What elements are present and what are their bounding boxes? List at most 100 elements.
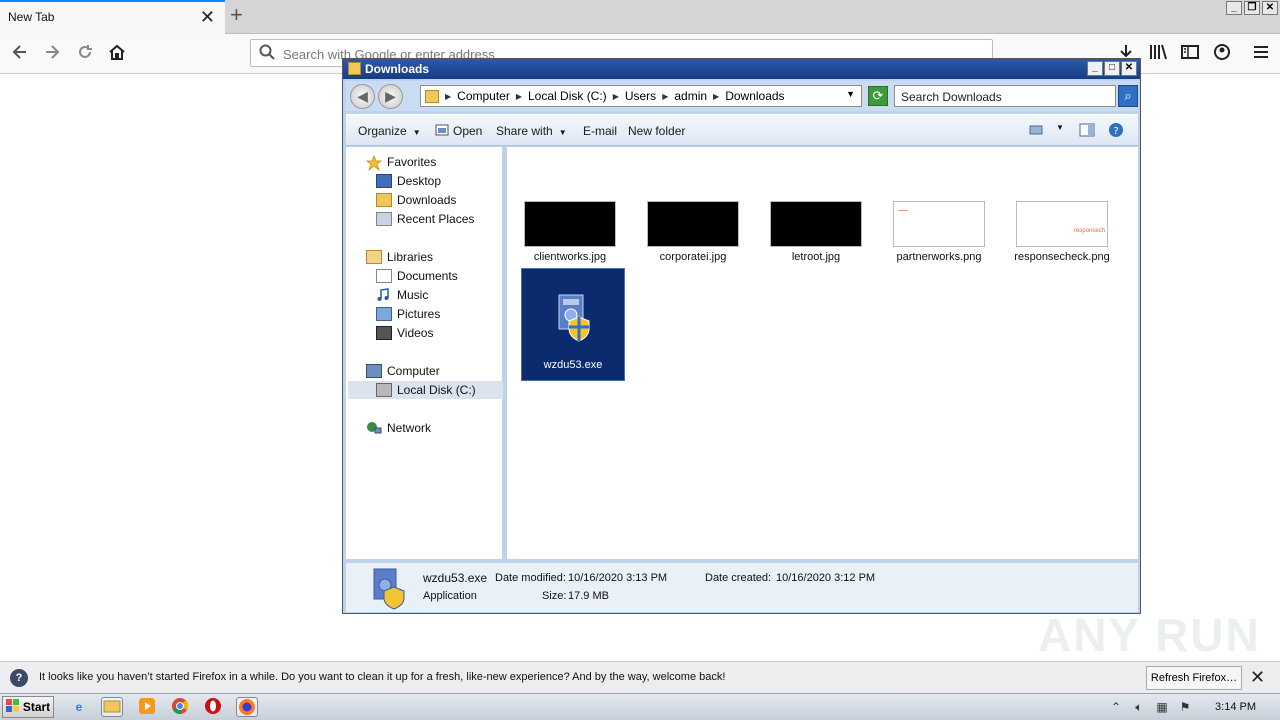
thumb-text: responsech [1073, 228, 1105, 234]
file-item[interactable]: clientworks.jpg [515, 201, 625, 263]
detail-type: Application [423, 590, 477, 602]
breadcrumb-admin[interactable]: admin [674, 89, 707, 103]
tab-close-icon[interactable]: ✕ [200, 8, 215, 26]
nav-item-libraries[interactable]: Libraries [366, 248, 433, 266]
file-name: wzdu53.exe [543, 359, 603, 371]
nav-item-documents[interactable]: Documents [376, 267, 458, 285]
help-icon[interactable]: ? [1108, 122, 1124, 137]
details-pane: wzdu53.exe Application Date modified: 10… [346, 562, 1138, 612]
firefox-window-controls: _ ❐ ✕ [1226, 1, 1278, 15]
account-icon[interactable] [1210, 42, 1234, 66]
computer-icon [366, 364, 382, 378]
refresh-icon[interactable]: ⟳ [868, 86, 888, 106]
file-item-selected[interactable]: wzdu53.exe [521, 268, 625, 381]
close-icon[interactable]: ✕ [1250, 667, 1265, 688]
svg-text:?: ? [1113, 126, 1118, 137]
close-button[interactable]: ✕ [1262, 1, 1278, 15]
file-item[interactable]: responsech responsecheck.png [1007, 201, 1117, 263]
breadcrumb-users[interactable]: Users [625, 89, 656, 103]
chevron-right-icon[interactable]: ▶ [613, 92, 619, 101]
explorer-taskbar-icon[interactable] [101, 697, 123, 717]
chevron-right-icon[interactable]: ▶ [713, 92, 719, 101]
chevron-right-icon[interactable]: ▶ [516, 92, 522, 101]
menu-icon[interactable] [1249, 42, 1273, 66]
nav-item-favorites[interactable]: Favorites [365, 153, 436, 172]
breadcrumb-local-disk[interactable]: Local Disk (C:) [528, 89, 607, 103]
file-item[interactable]: corporatei.jpg [638, 201, 748, 263]
nav-item-music[interactable]: Music [376, 286, 428, 304]
change-view-icon[interactable] [1029, 123, 1045, 137]
detail-created-value: 10/16/2020 3:12 PM [776, 572, 876, 584]
refresh-firefox-button[interactable]: Refresh Firefox… [1146, 666, 1242, 690]
chevron-down-icon[interactable]: ▼ [1056, 123, 1064, 132]
nav-item-videos[interactable]: Videos [376, 324, 433, 342]
maximize-button[interactable]: □ [1104, 61, 1120, 76]
nav-item-recent-places[interactable]: Recent Places [376, 210, 474, 228]
search-icon[interactable]: ⌕ [1118, 85, 1138, 107]
forward-arrow-icon[interactable] [40, 42, 64, 66]
search-icon [259, 44, 275, 64]
image-thumbnail [647, 201, 739, 247]
preview-pane-icon[interactable] [1079, 123, 1095, 137]
windows-logo-icon [5, 698, 20, 716]
restore-button[interactable]: ❐ [1244, 1, 1260, 15]
clock[interactable]: 3:14 PM [1215, 701, 1256, 713]
close-button[interactable]: ✕ [1121, 61, 1137, 76]
chevron-right-icon[interactable]: ▶ [445, 92, 451, 101]
breadcrumb-downloads[interactable]: Downloads [725, 89, 784, 103]
file-item[interactable]: letroot.jpg [761, 201, 871, 263]
chevron-down-icon[interactable]: ▼ [846, 89, 855, 99]
volume-icon[interactable]: 🔈︎ [1132, 700, 1146, 714]
file-name: partnerworks.png [896, 251, 982, 263]
flag-icon[interactable]: ⚑ [1178, 700, 1192, 714]
start-button[interactable]: Start [2, 696, 54, 718]
start-label: Start [22, 700, 51, 714]
breadcrumb[interactable]: ▶ Computer ▶ Local Disk (C:) ▶ Users ▶ a… [420, 85, 862, 107]
recent-places-icon [376, 212, 392, 226]
breadcrumb-computer[interactable]: Computer [457, 89, 510, 103]
internet-explorer-icon[interactable]: e [68, 697, 90, 717]
new-folder-button[interactable]: New folder [628, 124, 685, 138]
sidebar-icon[interactable] [1178, 42, 1202, 66]
media-player-icon[interactable] [136, 697, 158, 717]
explorer-title-bar[interactable]: Downloads _ □ ✕ [343, 59, 1140, 79]
chevron-down-icon: ▼ [558, 128, 567, 137]
chrome-icon[interactable] [169, 697, 191, 717]
reload-icon[interactable] [73, 42, 97, 66]
chevron-up-icon[interactable]: ⌃ [1109, 700, 1123, 714]
network-status-icon[interactable]: ▦ [1155, 700, 1169, 714]
open-button[interactable]: Open [453, 124, 482, 138]
star-icon [365, 155, 383, 172]
forward-arrow-icon[interactable]: ▶ [378, 84, 403, 109]
detail-modified-label: Date modified: [495, 572, 566, 584]
file-item[interactable]: partnerworks.png [884, 201, 994, 263]
nav-item-computer[interactable]: Computer [366, 362, 440, 380]
opera-icon[interactable] [202, 697, 224, 717]
home-icon[interactable] [105, 42, 129, 66]
chevron-right-icon[interactable]: ▶ [662, 92, 668, 101]
new-tab-button[interactable]: + [230, 4, 243, 26]
organize-button[interactable]: Organize ▼ [358, 124, 421, 138]
back-arrow-icon[interactable] [8, 42, 32, 66]
library-icon[interactable] [1146, 42, 1170, 66]
detail-filename: wzdu53.exe [423, 571, 488, 585]
search-input[interactable]: Search Downloads [894, 85, 1116, 107]
tab-new-tab[interactable]: New Tab ✕ [0, 0, 225, 34]
nav-item-local-disk[interactable]: Local Disk (C:) [348, 381, 503, 399]
nav-label: Libraries [387, 250, 434, 264]
nav-item-desktop[interactable]: Desktop [376, 172, 441, 190]
minimize-button[interactable]: _ [1226, 1, 1242, 15]
share-with-button[interactable]: Share with ▼ [496, 124, 567, 138]
firefox-taskbar-icon[interactable] [236, 697, 258, 717]
nav-item-pictures[interactable]: Pictures [376, 305, 440, 323]
tab-title: New Tab [8, 10, 55, 24]
nav-item-network[interactable]: Network [366, 419, 431, 437]
file-name: clientworks.jpg [533, 251, 607, 263]
minimize-button[interactable]: _ [1087, 61, 1103, 76]
back-arrow-icon[interactable]: ◀ [350, 84, 375, 109]
nav-label: Music [397, 288, 429, 302]
nav-item-downloads[interactable]: Downloads [376, 191, 456, 209]
email-button[interactable]: E-mail [583, 124, 617, 138]
network-icon [366, 421, 382, 435]
explorer-window: Downloads _ □ ✕ ◀ ▶ ▶ Computer ▶ Local D… [342, 58, 1141, 614]
